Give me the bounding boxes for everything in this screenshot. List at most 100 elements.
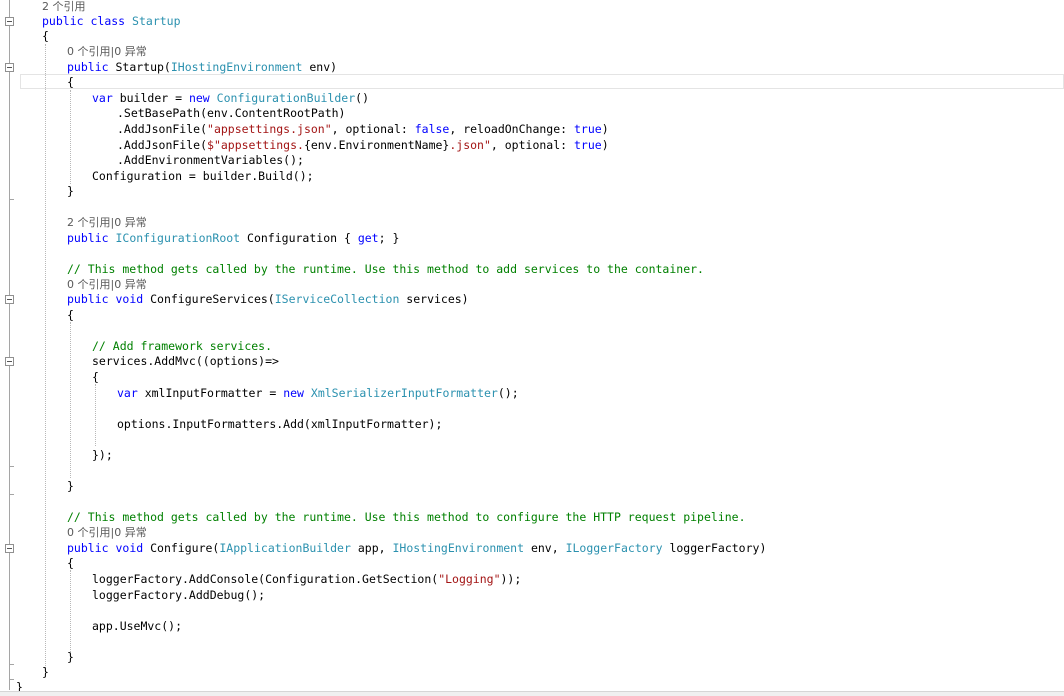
code-token: Configuration = builder.Build(); xyxy=(92,169,314,183)
code-token: app.UseMvc(); xyxy=(92,619,183,633)
collapse-icon-constructor[interactable] xyxy=(5,63,14,72)
code-line[interactable]: var xmlInputFormatter = new XmlSerialize… xyxy=(117,385,519,401)
type-token: Startup xyxy=(132,14,181,28)
code-token: .SetBasePath(env.ContentRootPath) xyxy=(117,106,346,120)
code-line[interactable]: loggerFactory.AddConsole(Configuration.G… xyxy=(92,571,521,587)
code-token: ConfigureServices( xyxy=(143,292,275,306)
keyword-token: public xyxy=(67,60,109,74)
code-line[interactable]: { xyxy=(42,28,49,44)
type-token: ILoggerFactory xyxy=(565,541,663,555)
code-line[interactable]: }); xyxy=(92,447,113,463)
code-token: xmlInputFormatter = xyxy=(137,386,284,400)
codelens-line[interactable]: 0 个引用|0 异常 xyxy=(67,43,147,59)
outline-end-tick xyxy=(9,679,14,680)
codelens-text[interactable]: 0 个引用|0 异常 xyxy=(67,526,147,539)
codelens-line[interactable]: 2 个引用|0 异常 xyxy=(67,214,147,230)
code-token: ) xyxy=(601,122,609,136)
string-token: $"appsettings. xyxy=(207,138,304,152)
keyword-token: public xyxy=(67,231,109,245)
code-token: } xyxy=(42,665,49,679)
collapse-icon-configure[interactable] xyxy=(5,544,14,553)
code-line[interactable]: services.AddMvc((options)=> xyxy=(92,353,279,369)
code-line[interactable]: { xyxy=(67,307,74,323)
keyword-token: public xyxy=(42,14,84,28)
code-line[interactable]: .AddEnvironmentVariables(); xyxy=(117,152,304,168)
code-token: { xyxy=(67,75,74,89)
code-token: options.InputFormatters.Add(xmlInputForm… xyxy=(117,417,443,431)
codelens-text[interactable]: 0 个引用|0 异常 xyxy=(67,278,147,291)
code-line[interactable]: } xyxy=(67,183,74,199)
string-token: "Logging" xyxy=(438,572,501,586)
code-token: } xyxy=(67,479,74,493)
code-line[interactable]: options.InputFormatters.Add(xmlInputForm… xyxy=(117,416,442,432)
code-token: env, xyxy=(524,541,566,555)
code-line[interactable]: } xyxy=(67,649,74,665)
comment-token: // Add framework services. xyxy=(92,339,273,353)
code-token: Startup( xyxy=(108,60,171,74)
code-line[interactable]: { xyxy=(67,74,74,90)
code-line[interactable]: // This method gets called by the runtim… xyxy=(67,509,746,525)
code-token: builder = xyxy=(112,91,189,105)
codelens-text[interactable]: 2 个引用 xyxy=(42,0,86,13)
code-line[interactable]: // This method gets called by the runtim… xyxy=(67,261,704,277)
code-line[interactable]: .SetBasePath(env.ContentRootPath) xyxy=(117,105,345,121)
code-token: loggerFactory.AddConsole(Configuration.G… xyxy=(92,572,439,586)
horizontal-scrollbar[interactable] xyxy=(0,691,1064,696)
code-token: (); xyxy=(497,386,519,400)
code-token: , optional: xyxy=(490,138,574,152)
outline-line xyxy=(9,0,10,690)
indent-guide xyxy=(70,322,71,478)
outline-gutter xyxy=(0,0,22,696)
indent-guide xyxy=(95,384,96,446)
codelens-line[interactable]: 0 个引用|0 异常 xyxy=(67,524,147,540)
outline-end-tick xyxy=(9,466,14,467)
code-line[interactable]: Configuration = builder.Build(); xyxy=(92,168,314,184)
code-line[interactable]: public void ConfigureServices(IServiceCo… xyxy=(67,291,469,307)
code-token: .AddJsonFile( xyxy=(117,138,208,152)
code-line[interactable]: public IConfigurationRoot Configuration … xyxy=(67,230,399,246)
code-line[interactable]: public class Startup xyxy=(42,13,181,29)
code-line[interactable]: loggerFactory.AddDebug(); xyxy=(92,587,265,603)
collapse-icon-class[interactable] xyxy=(5,17,14,26)
codelens-text[interactable]: 2 个引用|0 异常 xyxy=(67,216,147,229)
code-token: )); xyxy=(500,572,522,586)
code-line[interactable]: var builder = new ConfigurationBuilder() xyxy=(92,90,369,106)
code-token: services) xyxy=(399,292,469,306)
codelens-line[interactable]: 0 个引用|0 异常 xyxy=(67,276,147,292)
code-token: }); xyxy=(92,448,113,462)
code-line[interactable]: } xyxy=(67,478,74,494)
code-line[interactable]: app.UseMvc(); xyxy=(92,618,182,634)
code-token: Configuration { xyxy=(240,231,358,245)
code-line[interactable]: // Add framework services. xyxy=(92,338,272,354)
code-line[interactable]: } xyxy=(42,664,49,680)
keyword-token: var xyxy=(117,386,138,400)
code-line[interactable]: { xyxy=(67,555,74,571)
code-editor[interactable]: 2 个引用 public class Startup{0 个引用|0 异常 publ… xyxy=(0,0,1064,696)
keyword-token: true xyxy=(573,122,602,136)
code-token: .AddEnvironmentVariables(); xyxy=(117,153,304,167)
code-line[interactable]: public void Configure(IApplicationBuilde… xyxy=(67,540,766,556)
code-line[interactable]: .AddJsonFile("appsettings.json", optiona… xyxy=(117,121,609,137)
keyword-token: false xyxy=(414,122,450,136)
comment-token: // This method gets called by the runtim… xyxy=(67,262,704,276)
code-token: , reloadOnChange: xyxy=(449,122,574,136)
code-token: { xyxy=(67,308,74,322)
outline-end-tick xyxy=(9,199,14,200)
collapse-icon-lambda[interactable] xyxy=(5,357,14,366)
code-token: } xyxy=(67,184,74,198)
type-token: IHostingEnvironment xyxy=(392,541,525,555)
code-line[interactable]: .AddJsonFile($"appsettings.{env.Environm… xyxy=(117,137,609,153)
current-line-highlight xyxy=(20,74,1064,89)
keyword-token: public xyxy=(67,292,109,306)
code-line[interactable]: { xyxy=(92,369,99,385)
code-line[interactable]: public Startup(IHostingEnvironment env) xyxy=(67,59,337,75)
code-token: {env.EnvironmentName} xyxy=(303,138,450,152)
indent-guide xyxy=(70,90,71,184)
collapse-icon-configure-services[interactable] xyxy=(5,295,14,304)
codelens-line[interactable]: 2 个引用 xyxy=(42,0,86,14)
type-token: IHostingEnvironment xyxy=(170,60,303,74)
code-token: , optional: xyxy=(331,122,415,136)
codelens-text[interactable]: 0 个引用|0 异常 xyxy=(67,45,147,58)
indent-guide xyxy=(45,44,46,674)
